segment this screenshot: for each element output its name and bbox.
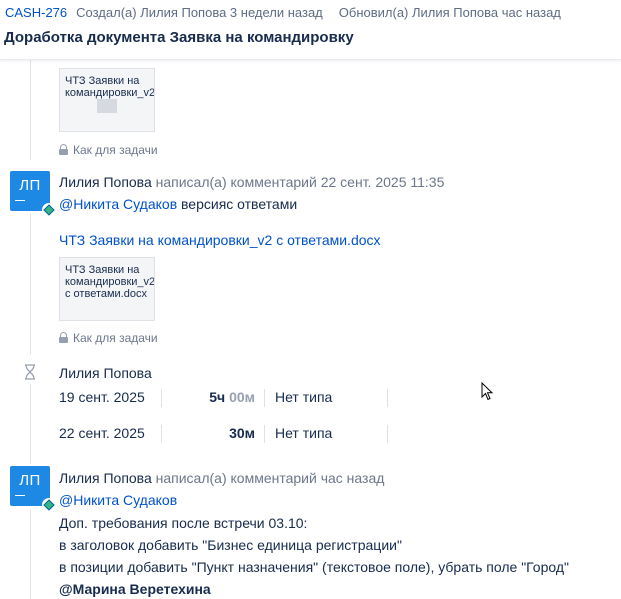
timeline-line [30, 510, 31, 599]
user-badge-icon [42, 498, 56, 512]
attachment-thumbnail[interactable]: ЧТЗ Заявки на командировки_v2.docx [59, 68, 155, 132]
user-mention[interactable]: @Никита Судаков [59, 492, 177, 508]
issue-header: CASH-276 Создал(а) Лилия Попова 3 недели … [0, 0, 621, 60]
visibility-label: Как для задачи [59, 143, 158, 157]
visibility-label: Как для задачи [59, 331, 158, 345]
worklog-type: Нет типа [275, 425, 333, 441]
worklog-date: 19 сент. 2025 [59, 389, 145, 405]
timeline-line [30, 384, 31, 464]
comment-author[interactable]: Лилия Попова [59, 174, 152, 190]
divider [387, 389, 388, 407]
worklog-date: 22 сент. 2025 [59, 425, 145, 441]
worklog-type: Нет типа [275, 389, 333, 405]
user-mention[interactable]: @Никита Судаков [59, 196, 177, 212]
comment-time[interactable]: 22 сент. 2025 11:35 [321, 174, 445, 190]
divider [264, 425, 265, 443]
issue-key-link[interactable]: CASH-276 [5, 5, 67, 20]
updated-info: Обновил(а) Лилия Попова час назад [338, 5, 561, 20]
avatar[interactable]: ЛП [10, 171, 56, 217]
lock-icon [59, 144, 68, 155]
avatar-decoration [15, 495, 25, 496]
attachment-preview-text: ЧТЗ Заявки на командировки_v2 с ответами… [65, 264, 155, 300]
worklog-row: 19 сент. 2025 5ч 00м Нет типа [59, 387, 399, 409]
timeline-line [30, 214, 31, 354]
bold-mention[interactable]: @Марина Веретехина [59, 581, 211, 597]
worklog-author[interactable]: Лилия Попова [59, 365, 152, 381]
comment-line: Доп. требования после встречи 03.10: [59, 515, 308, 531]
created-info: Создал(а) Лилия Попова 3 недели назад [76, 5, 323, 20]
worklog-duration: 5ч 00м [159, 389, 255, 405]
worklog-row: 22 сент. 2025 30м Нет типа [59, 423, 399, 445]
worklog-minutes: 30м [229, 425, 255, 441]
comment-action: написал(а) комментарий [155, 174, 317, 190]
avatar-decoration [15, 200, 25, 201]
lock-icon [59, 332, 68, 343]
comment-line: в заголовок добавить "Бизнес единица рег… [59, 537, 402, 553]
hourglass-icon [25, 364, 35, 380]
attachment-preview-text: ЧТЗ Заявки на командировки_v2.docx [65, 75, 155, 99]
comment-line: в позиции добавить "Пункт назначения" (т… [59, 559, 569, 575]
attachment-thumbnail[interactable]: ЧТЗ Заявки на командировки_v2 с ответами… [59, 257, 155, 321]
comment-action: написал(а) комментарий час назад [155, 470, 385, 486]
avatar-initials: ЛП [19, 177, 41, 194]
worklog-hours: 5ч [209, 389, 226, 405]
worklog-duration: 30м [159, 425, 255, 441]
divider [264, 389, 265, 407]
comment-body: @Никита Судаков версияс ответами [59, 196, 297, 212]
mouse-cursor-icon [481, 382, 494, 401]
issue-meta: CASH-276 Создал(а) Лилия Попова 3 недели … [5, 5, 561, 20]
comment-header: Лилия Попова написал(а) комментарий 22 с… [59, 174, 444, 190]
visibility-text: Как для задачи [73, 143, 158, 157]
attachment-link[interactable]: ЧТЗ Заявки на командировки_v2 с ответами… [59, 232, 381, 248]
timeline-line [30, 60, 31, 160]
issue-title: Доработка документа Заявка на командиров… [4, 29, 354, 46]
avatar[interactable]: ЛП [10, 466, 56, 512]
comment-text: версияс ответами [181, 196, 298, 212]
comment-author[interactable]: Лилия Попова [59, 470, 152, 486]
divider [387, 425, 388, 443]
avatar-initials: ЛП [19, 472, 41, 489]
worklog-minutes: 00м [229, 389, 255, 405]
comment-header: Лилия Попова написал(а) комментарий час … [59, 470, 384, 486]
user-badge-icon [42, 203, 56, 217]
preview-highlight [97, 99, 117, 113]
visibility-text: Как для задачи [73, 331, 158, 345]
